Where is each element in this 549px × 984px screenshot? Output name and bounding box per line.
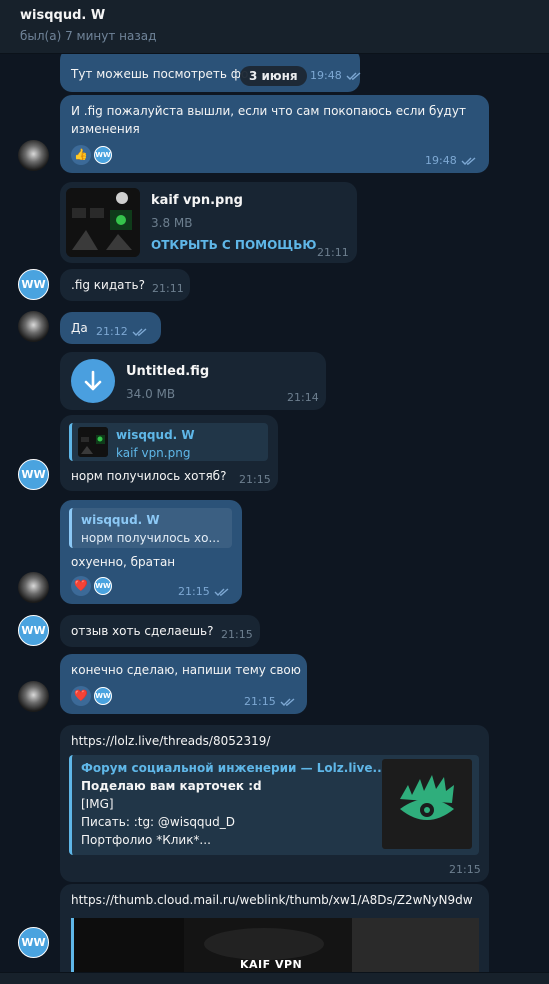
file-name: Untitled.fig <box>126 364 210 379</box>
download-button[interactable] <box>71 359 115 403</box>
date-separator: 3 июня <box>240 66 307 86</box>
kaif-vpn-thumbnail-image <box>66 188 140 257</box>
double-check-icon <box>214 588 229 596</box>
message-text: Тут можешь посмотреть фо <box>71 67 249 81</box>
reactor-avatar: WW <box>94 146 112 164</box>
message-time: 21:15 <box>221 628 253 641</box>
message-incoming-reply[interactable]: wisqqud. W kaif vpn.png норм получилось … <box>60 415 278 491</box>
reaction-group[interactable]: ❤️ WW <box>71 576 112 596</box>
sender-avatar[interactable]: WW <box>18 459 49 490</box>
message-time: 21:15 <box>239 473 271 486</box>
message-outgoing[interactable]: Тут можешь посмотреть фо 19:48 <box>60 54 362 92</box>
sender-avatar[interactable]: WW <box>18 269 49 300</box>
link-image-preview[interactable]: KAIF VPN <box>71 918 479 974</box>
preview-site-title: Форум социальной инженерии — Lolz.live..… <box>81 761 387 775</box>
quote-thumbnail <box>78 427 108 457</box>
reaction-group[interactable]: ❤️ WW <box>71 686 112 706</box>
message-input-bar[interactable] <box>0 972 549 984</box>
message-text: конечно сделаю, напиши тему свою <box>71 663 301 677</box>
quote-author: wisqqud. W <box>116 428 195 442</box>
message-time: 21:14 <box>287 391 319 404</box>
open-with-button[interactable]: ОТКРЫТЬ С ПОМОЩЬЮ <box>151 236 316 254</box>
file-thumbnail[interactable] <box>66 188 140 257</box>
sender-avatar[interactable] <box>18 681 49 712</box>
message-link[interactable]: https://thumb.cloud.mail.ru/weblink/thum… <box>71 891 473 909</box>
sender-avatar[interactable] <box>18 572 49 603</box>
thumbs-up-reaction[interactable]: 👍 <box>71 145 91 165</box>
chat-header[interactable]: wisqqud. W был(а) 7 минут назад <box>0 0 549 54</box>
message-list[interactable]: Тут можешь посмотреть фо 19:48 3 июня И … <box>0 54 549 974</box>
message-file-image[interactable]: kaif vpn.png 3.8 MB ОТКРЫТЬ С ПОМОЩЬЮ 21… <box>60 182 357 263</box>
message-outgoing[interactable]: Да 21:12 <box>60 312 161 344</box>
heart-reaction[interactable]: ❤️ <box>71 576 91 596</box>
message-text-line1: И .fig пожалуйста вышли, если что сам по… <box>71 104 466 118</box>
chat-title[interactable]: wisqqud. W <box>20 8 529 24</box>
message-time: 21:11 <box>317 246 349 259</box>
message-text: Да <box>71 321 88 335</box>
last-seen-status: был(а) 7 минут назад <box>20 29 157 43</box>
sender-avatar[interactable]: WW <box>18 615 49 646</box>
reply-quote[interactable]: wisqqud. W kaif vpn.png <box>69 423 268 461</box>
message-time: 21:12 <box>96 325 148 339</box>
message-time: 21:11 <box>152 282 184 295</box>
message-link[interactable]: https://lolz.live/threads/8052319/ <box>71 732 270 750</box>
preview-description-line2: [IMG] <box>81 797 114 811</box>
message-text: охуенно, братан <box>71 555 176 569</box>
double-check-icon <box>280 698 295 706</box>
file-name: kaif vpn.png <box>151 193 243 208</box>
message-incoming[interactable]: .fig кидать? 21:11 <box>60 269 190 301</box>
message-outgoing[interactable]: И .fig пожалуйста вышли, если что сам по… <box>60 95 489 173</box>
message-link-preview[interactable]: https://lolz.live/threads/8052319/ Форум… <box>60 725 489 882</box>
quote-text: kaif vpn.png <box>116 446 191 460</box>
message-file[interactable]: Untitled.fig 34.0 MB 21:14 <box>60 352 326 410</box>
file-size: 3.8 MB <box>151 216 193 230</box>
file-size: 34.0 MB <box>126 387 176 401</box>
double-check-icon <box>132 328 147 336</box>
message-time: 19:48 <box>425 154 477 168</box>
message-outgoing-reply[interactable]: wisqqud. W норм получилось хо... охуенно… <box>60 500 242 604</box>
sender-avatar[interactable]: WW <box>18 927 49 958</box>
heart-reaction[interactable]: ❤️ <box>71 686 91 706</box>
message-time: 21:15 <box>244 695 296 709</box>
preview-thumbnail[interactable] <box>382 759 472 849</box>
quote-text: норм получилось хо... <box>81 531 220 545</box>
lolz-logo-icon <box>400 775 454 820</box>
preview-description-line1: Поделаю вам карточек :d <box>81 779 262 793</box>
reactor-avatar: WW <box>94 577 112 595</box>
message-time: 19:48 <box>310 69 362 83</box>
message-text: отзыв хоть сделаешь? <box>71 624 214 638</box>
download-arrow-icon <box>84 370 102 391</box>
message-time: 21:15 <box>449 863 481 876</box>
reply-quote[interactable]: wisqqud. W норм получилось хо... <box>69 508 232 548</box>
link-preview-card[interactable]: Форум социальной инженерии — Lolz.live..… <box>69 755 479 855</box>
reactor-avatar: WW <box>94 687 112 705</box>
message-time: 21:15 <box>178 585 230 599</box>
double-check-icon <box>461 157 476 165</box>
message-text: норм получилось хотяб? <box>71 469 227 483</box>
sender-avatar[interactable] <box>18 311 49 342</box>
message-outgoing[interactable]: конечно сделаю, напиши тему свою ❤️ WW 2… <box>60 654 307 714</box>
double-check-icon <box>346 72 361 80</box>
message-link-image[interactable]: https://thumb.cloud.mail.ru/weblink/thum… <box>60 884 489 974</box>
preview-description-line4: Портфолио *Клик*... <box>81 833 211 847</box>
sender-avatar[interactable] <box>18 140 49 171</box>
preview-description-line3: Писать: :tg: @wisqqud_D <box>81 815 236 829</box>
message-text: .fig кидать? <box>71 278 145 292</box>
message-text-line2: изменения <box>71 122 140 136</box>
message-incoming[interactable]: отзыв хоть сделаешь? 21:15 <box>60 615 260 647</box>
reaction-group[interactable]: 👍 WW <box>71 145 112 165</box>
quote-author: wisqqud. W <box>81 513 160 527</box>
